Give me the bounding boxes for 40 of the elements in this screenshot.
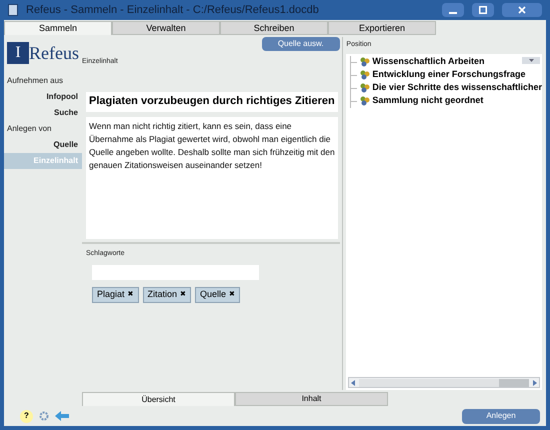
maximize-icon xyxy=(479,6,487,14)
tree-item[interactable]: Wissenschaftlich Arbeiten xyxy=(372,55,485,69)
puzzle-icon xyxy=(360,57,370,67)
caret-icon xyxy=(528,58,534,62)
app-icon xyxy=(8,4,18,16)
tree-item[interactable]: Entwicklung einer Forschungsfrage xyxy=(372,68,526,82)
settings-icon[interactable] xyxy=(39,411,49,421)
tab[interactable]: Exportieren xyxy=(328,21,436,35)
scroll-left-icon[interactable] xyxy=(351,380,356,386)
tab[interactable]: Verwalten xyxy=(112,21,220,35)
back-arrow-icon[interactable] xyxy=(55,411,69,421)
window-title: Refeus - Sammeln - Einzelinhalt - C:/Refeus/Refeus1.docdb xyxy=(26,2,320,18)
puzzle-icon xyxy=(360,96,370,106)
content-body: Wenn man nicht richtig zitiert, kann es sein, dass eine Übernahme als Plagiat gewertet wird, obwohl man eigentlich die Quelle angeben wollte. Deshalb sollte man sich frühzeitig mit den genauen Zitationsweisen auseinander setzen! xyxy=(89,120,335,172)
scrollbar-thumb[interactable] xyxy=(499,378,529,386)
content-title: Plagiaten vorzubeugen durch richtiges Zitieren xyxy=(89,94,335,110)
tab[interactable]: Übersicht xyxy=(82,392,235,406)
close-button[interactable] xyxy=(502,3,542,17)
tree-item[interactable]: Sammlung nicht geordnet xyxy=(372,94,484,108)
scroll-right-icon[interactable] xyxy=(533,380,537,386)
tree-item[interactable]: Die vier Schritte des wissenschaftlicher xyxy=(372,81,542,95)
sidebar-heading: Aufnehmen aus xyxy=(6,75,64,87)
select-source-button[interactable]: Quelle ausw. xyxy=(262,37,340,51)
tab[interactable]: Sammeln xyxy=(4,21,112,35)
puzzle-icon xyxy=(360,83,370,93)
tab[interactable]: Inhalt xyxy=(235,392,388,406)
maximize-button[interactable] xyxy=(472,3,494,17)
dropdown-button[interactable] xyxy=(522,56,540,64)
close-icon xyxy=(518,6,526,14)
minimize-button[interactable] xyxy=(442,3,464,17)
sidebar-heading: Anlegen von xyxy=(6,123,52,135)
create-button[interactable]: Anlegen xyxy=(462,408,540,424)
horizontal-scrollbar[interactable] xyxy=(348,377,540,388)
sidebar-item[interactable]: Infopool xyxy=(4,89,82,105)
help-button[interactable]: ? xyxy=(20,410,33,422)
sidebar-item[interactable]: Suche xyxy=(4,105,82,121)
puzzle-icon xyxy=(360,70,370,80)
sidebar-item[interactable]: Quelle xyxy=(4,137,82,153)
tab[interactable]: Schreiben xyxy=(220,21,328,35)
refeus-logo: I Refeus xyxy=(7,41,82,65)
